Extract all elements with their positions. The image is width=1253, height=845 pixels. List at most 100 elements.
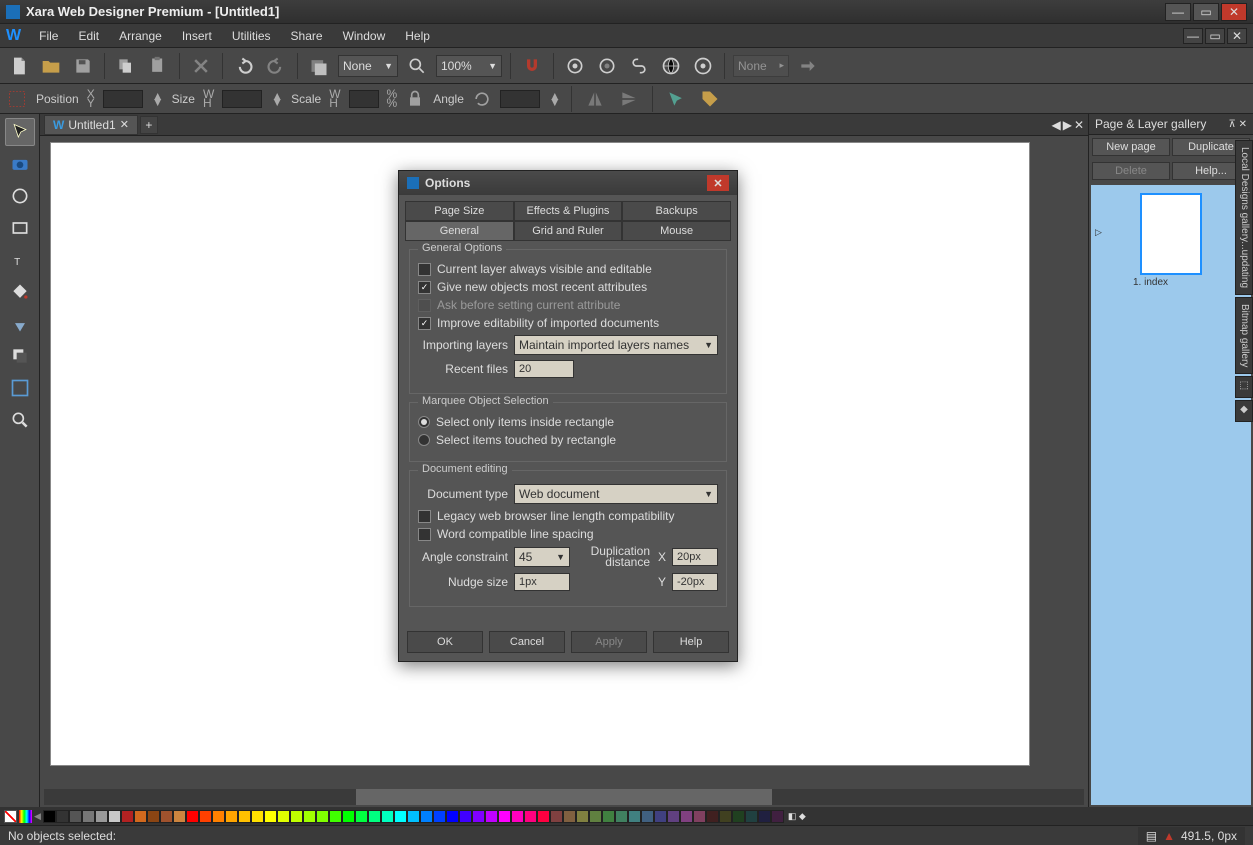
color-swatch[interactable] [615, 810, 628, 823]
color-swatch[interactable] [160, 810, 173, 823]
dialog-close-button[interactable]: ✕ [707, 175, 729, 191]
chk-current-layer[interactable] [418, 263, 431, 276]
tab-prev-icon[interactable]: ◀ [1051, 118, 1060, 132]
doc-restore-button[interactable]: ▭ [1205, 28, 1225, 44]
menu-utilities[interactable]: Utilities [224, 27, 279, 45]
menu-insert[interactable]: Insert [174, 27, 220, 45]
menu-edit[interactable]: Edit [70, 27, 107, 45]
export-icon[interactable] [658, 53, 684, 79]
close-button[interactable]: ✕ [1221, 3, 1247, 21]
expand-icon[interactable]: ▷ [1095, 227, 1102, 238]
layer-list[interactable]: ▷ 1. index [1091, 185, 1251, 805]
preview-icon[interactable] [562, 53, 588, 79]
radio-inside[interactable] [418, 416, 430, 428]
color-swatch[interactable] [758, 810, 771, 823]
chk-word-compat[interactable] [418, 528, 431, 541]
pos-x-input[interactable] [103, 90, 143, 108]
color-swatch[interactable] [693, 810, 706, 823]
horizontal-scrollbar[interactable] [44, 789, 1084, 805]
minimize-button[interactable]: — [1165, 3, 1191, 21]
radio-touched[interactable] [418, 434, 430, 446]
arrow-right-icon[interactable] [795, 53, 821, 79]
importing-layers-select[interactable]: Maintain imported layers names▼ [514, 335, 718, 355]
color-swatch[interactable] [771, 810, 784, 823]
color-swatch[interactable] [225, 810, 238, 823]
color-swatch[interactable] [628, 810, 641, 823]
page-thumbnail[interactable] [1140, 193, 1202, 275]
maximize-button[interactable]: ▭ [1193, 3, 1219, 21]
tag-icon[interactable] [697, 86, 723, 112]
color-swatch[interactable] [537, 810, 550, 823]
doc-type-select[interactable]: Web document▼ [514, 484, 718, 504]
flip-h-icon[interactable] [582, 86, 608, 112]
text-tool-icon[interactable]: T [5, 246, 35, 274]
tab-grid[interactable]: Grid and Ruler [514, 221, 623, 241]
chk-improve-edit[interactable] [418, 317, 431, 330]
select-bounds-icon[interactable] [6, 88, 28, 110]
line-width-combo[interactable]: None▼ [338, 55, 398, 77]
tab-close-all-icon[interactable]: ✕ [1074, 118, 1084, 132]
color-swatch[interactable] [147, 810, 160, 823]
color-swatch[interactable] [485, 810, 498, 823]
color-editor-icon[interactable]: ◧ ◆ [788, 811, 806, 822]
select-inside-icon[interactable] [663, 86, 689, 112]
zoom-combo[interactable]: 100%▼ [436, 55, 502, 77]
dialog-help-button[interactable]: Help [653, 631, 729, 653]
shadow-tool-icon[interactable] [5, 342, 35, 370]
tab-next-icon[interactable]: ▶ [1063, 118, 1072, 132]
undo-icon[interactable] [231, 53, 257, 79]
zoom-icon[interactable] [404, 53, 430, 79]
color-swatch[interactable] [316, 810, 329, 823]
color-swatch[interactable] [407, 810, 420, 823]
color-swatch[interactable] [290, 810, 303, 823]
rectangle-tool-icon[interactable] [5, 214, 35, 242]
preview-page-icon[interactable] [594, 53, 620, 79]
nudge-input[interactable] [514, 573, 570, 591]
color-swatch[interactable] [667, 810, 680, 823]
delete-button[interactable]: Delete [1092, 162, 1170, 180]
color-swatch[interactable] [186, 810, 199, 823]
color-swatch[interactable] [511, 810, 524, 823]
photo-tool-icon[interactable] [5, 150, 35, 178]
size-w-input[interactable] [222, 90, 262, 108]
color-swatch[interactable] [56, 810, 69, 823]
color-swatch[interactable] [342, 810, 355, 823]
selector-tool-icon[interactable] [5, 118, 35, 146]
color-swatch[interactable] [277, 810, 290, 823]
color-swatch[interactable] [173, 810, 186, 823]
copy-icon[interactable] [113, 53, 139, 79]
lock-aspect-icon[interactable] [405, 86, 425, 112]
side-tab-bitmap[interactable]: Bitmap gallery [1235, 297, 1253, 374]
color-swatch[interactable] [654, 810, 667, 823]
color-swatch[interactable] [433, 810, 446, 823]
color-swatch[interactable] [264, 810, 277, 823]
color-swatch[interactable] [134, 810, 147, 823]
color-swatch[interactable] [706, 810, 719, 823]
doc-close-button[interactable]: ✕ [1227, 28, 1247, 44]
color-swatch[interactable] [381, 810, 394, 823]
link-icon[interactable] [626, 53, 652, 79]
publish-icon[interactable] [690, 53, 716, 79]
menu-arrange[interactable]: Arrange [111, 27, 170, 45]
color-swatch[interactable] [212, 810, 225, 823]
color-swatch[interactable] [251, 810, 264, 823]
no-color-icon[interactable] [4, 810, 17, 823]
color-picker-icon[interactable] [19, 810, 32, 823]
color-prev-icon[interactable]: ◀ [34, 811, 41, 822]
fill-tool-icon[interactable] [5, 278, 35, 306]
dup-y-input[interactable] [672, 573, 718, 591]
color-swatch[interactable] [43, 810, 56, 823]
color-swatch[interactable] [524, 810, 537, 823]
color-swatch[interactable] [745, 810, 758, 823]
names-icon[interactable] [306, 53, 332, 79]
color-swatch[interactable] [459, 810, 472, 823]
open-file-icon[interactable] [38, 53, 64, 79]
side-tab-tool2[interactable]: ◆ [1235, 400, 1253, 422]
ok-button[interactable]: OK [407, 631, 483, 653]
color-swatch[interactable] [719, 810, 732, 823]
color-swatch[interactable] [355, 810, 368, 823]
side-tab-tool1[interactable]: ⬚ [1235, 376, 1253, 398]
menu-window[interactable]: Window [335, 27, 394, 45]
tab-page-size[interactable]: Page Size [405, 201, 514, 221]
doc-minimize-button[interactable]: — [1183, 28, 1203, 44]
